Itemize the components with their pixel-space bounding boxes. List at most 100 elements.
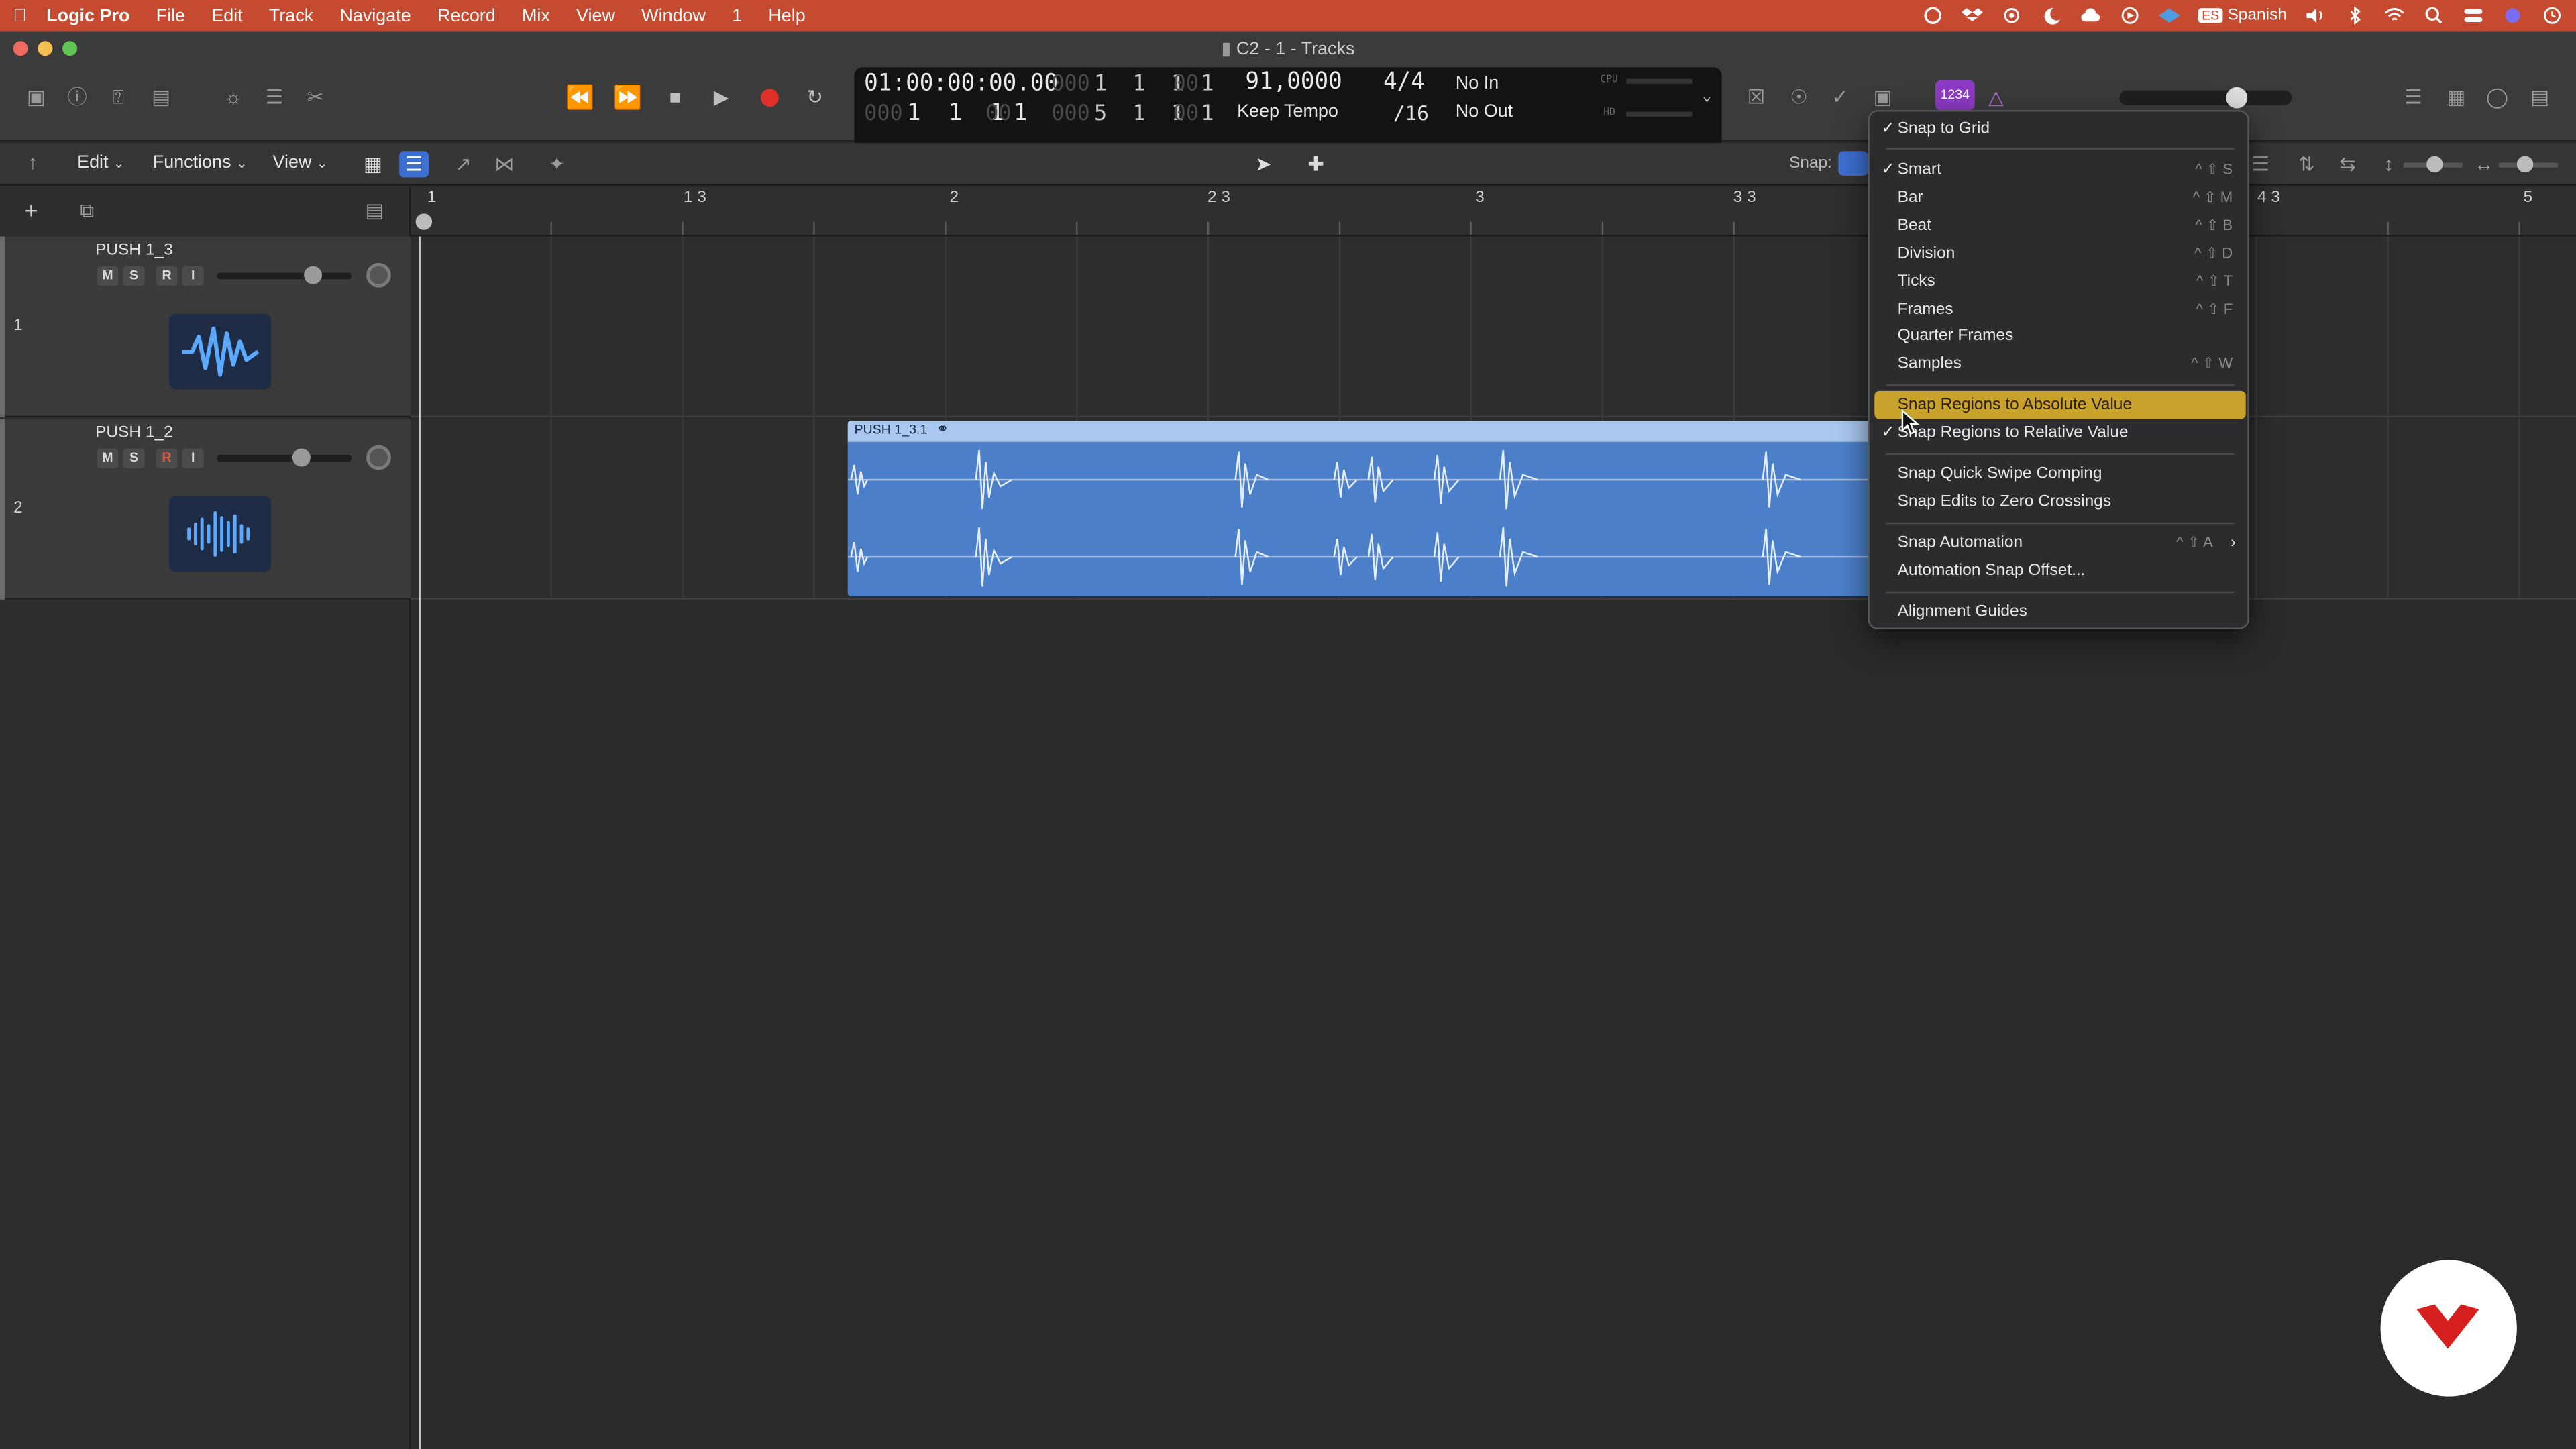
audio-region[interactable]: PUSH 1_3.1 ⚭ [847,420,1883,596]
siri-icon[interactable] [2502,7,2524,25]
record-button[interactable] [754,84,784,110]
volume-slider[interactable] [217,272,352,280]
view-menu[interactable]: View ⌄ [273,153,328,172]
track-name[interactable]: PUSH 1_2 [95,424,173,442]
list-view-icon[interactable]: ☰ [399,151,429,178]
list-editors-icon[interactable]: ☰ [2399,84,2428,110]
volume-slider[interactable] [217,455,352,462]
input-source-menu[interactable]: ES Spanish [2198,7,2287,25]
play-button[interactable]: ▶ [706,84,736,110]
spotlight-search-icon[interactable] [2423,7,2445,25]
fast-forward-button[interactable]: ⏩ [612,84,642,110]
library-icon[interactable]: ▣ [21,84,51,110]
lcd-division[interactable]: /16 [1393,102,1429,125]
tuning-icon[interactable]: ☉ [1784,84,1814,110]
browsers-icon[interactable]: ▤ [2525,84,2555,110]
menu-item-smart[interactable]: ✓ Smart ^ ⇧ S [1874,156,2245,184]
openai-icon[interactable] [2001,7,2023,25]
vertical-fit-icon[interactable]: ⇅ [2292,151,2321,177]
functions-menu[interactable]: Functions ⌄ [153,153,248,172]
lcd-tempo-mode[interactable]: Keep Tempo [1237,102,1338,121]
menu-item-samples[interactable]: Samples ^ ⇧ W [1874,350,2245,378]
pan-knob[interactable] [366,262,391,288]
region-header[interactable]: PUSH 1_3.1 ⚭ [847,420,1883,442]
edit-menu[interactable]: Edit ⌄ [77,153,124,172]
waveform-zoom-icon[interactable]: ☰ [2246,151,2275,177]
go-up-icon[interactable]: ↑ [18,150,48,176]
menu-edit[interactable]: Edit [199,6,256,25]
menu-item-beat[interactable]: Beat ^ ⇧ B [1874,212,2245,240]
tracks-workspace[interactable] [411,236,2576,1449]
menu-item-quick-swipe[interactable]: Snap Quick Swipe Comping [1874,460,2245,488]
moon-icon[interactable] [2041,7,2062,25]
playhead-line[interactable] [419,236,421,1449]
mute-button[interactable]: M [97,448,119,468]
input-monitor-button[interactable]: I [182,266,204,286]
playhead-marker-icon[interactable] [415,213,433,230]
smart-controls-icon[interactable]: ☼ [219,84,248,110]
horizontal-zoom-icon[interactable]: ↔ [2469,151,2499,177]
creative-cloud-icon[interactable] [1923,7,1944,25]
menu-track[interactable]: Track [256,6,327,25]
menu-item-snap-relative[interactable]: ✓ Snap Regions to Relative Value [1874,419,2245,447]
bar-ruler[interactable]: 1 1 3 2 2 3 3 3 3 4 3 5 [411,187,2576,237]
menu-item-automation-offset[interactable]: Automation Snap Offset... [1874,557,2245,585]
pointer-tool-icon[interactable]: ➤ [1242,151,1285,177]
menu-item-snap-automation[interactable]: Snap Automation ^ ⇧ A › [1874,529,2245,557]
menu-item-bar[interactable]: Bar ^ ⇧ M [1874,184,2245,212]
menu-help[interactable]: Help [755,6,819,25]
global-tracks-icon[interactable]: ▤ [360,197,389,223]
metronome-icon[interactable]: △ [1981,84,2010,110]
master-volume-knob[interactable] [2226,87,2248,109]
automation-icon[interactable]: ↗ [449,151,478,177]
wifi-icon[interactable] [2383,7,2405,25]
lcd-time-signature[interactable]: 4/4 [1383,69,1425,95]
lcd-input[interactable]: No In [1456,74,1499,93]
menu-window[interactable]: Window [629,6,719,25]
record-enable-button[interactable]: R [156,448,178,468]
cycle-button[interactable]: ↻ [800,84,830,110]
menu-1[interactable]: 1 [719,6,755,25]
flex-icon[interactable]: ⋈ [490,151,519,177]
menu-item-division[interactable]: Division ^ ⇧ D [1874,240,2245,268]
menu-item-snap-absolute[interactable]: Snap Regions to Absolute Value [1874,390,2246,419]
solo-mode-icon[interactable]: ▣ [1868,84,1897,110]
menu-navigate[interactable]: Navigate [327,6,425,25]
quick-help-icon[interactable]: ⍰ [103,84,133,110]
cloud-icon[interactable] [2080,7,2102,25]
menu-mix[interactable]: Mix [508,6,563,25]
lcd-output[interactable]: No Out [1456,102,1513,121]
master-volume-slider[interactable] [2119,90,2292,105]
menu-item-zero-crossings[interactable]: Snap Edits to Zero Crossings [1874,488,2245,516]
track-header-2[interactable]: 2 PUSH 1_2 M S R I [0,419,411,600]
solo-button[interactable]: S [123,266,145,286]
menu-view[interactable]: View [563,6,628,25]
grid-view-icon[interactable]: ▦ [358,151,388,177]
loop-browser-icon[interactable]: ◯ [2482,84,2512,110]
menu-item-frames[interactable]: Frames ^ ⇧ F [1874,296,2245,324]
horizontal-fit-icon[interactable]: ⇆ [2333,151,2363,177]
secondary-tool-icon[interactable]: ✚ [1295,151,1338,177]
apple-menu-icon[interactable]:  [0,6,40,25]
snap-toggle-button[interactable] [1838,151,1868,176]
dropbox-icon[interactable] [1962,7,1984,25]
stop-button[interactable]: ■ [660,84,690,110]
autopunch-icon[interactable]: ✓ [1825,84,1855,110]
input-monitor-button[interactable]: I [182,448,204,468]
rewind-button[interactable]: ⏪ [565,84,594,110]
replace-mode-icon[interactable]: ☒ [1741,84,1771,110]
count-in-button[interactable]: 1234 [1935,80,1975,111]
record-enable-button[interactable]: R [156,266,178,286]
clock-icon[interactable] [2542,7,2563,25]
horizontal-zoom-knob[interactable] [2516,156,2534,173]
track-lane-1[interactable] [411,236,2576,418]
volume-knob[interactable] [292,448,311,467]
menu-file[interactable]: File [143,6,199,25]
track-header-1[interactable]: 1 PUSH 1_3 M S R I [0,236,411,418]
play-circle-icon[interactable] [2120,7,2141,25]
volume-icon[interactable] [2305,7,2326,25]
bluetooth-icon[interactable] [2345,6,2366,25]
editors-icon[interactable]: ✂ [301,84,330,110]
track-name[interactable]: PUSH 1_3 [95,241,173,260]
menu-record[interactable]: Record [424,6,508,25]
